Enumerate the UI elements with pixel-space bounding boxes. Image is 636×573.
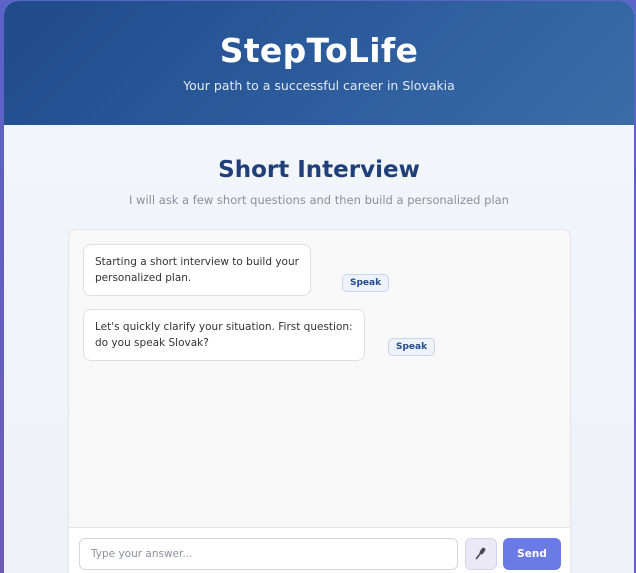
message-text-line: personalized plan. — [95, 272, 192, 284]
chat-message: Let's quickly clarify your situation. Fi… — [83, 309, 365, 361]
app-title: StepToLife — [219, 31, 419, 70]
app-subtitle: Your path to a successful career in Slov… — [183, 78, 455, 93]
main-card: StepToLife Your path to a successful car… — [4, 1, 634, 573]
answer-input[interactable] — [79, 538, 458, 570]
message-bubble: Starting a short interview to build your… — [83, 244, 311, 296]
input-bar: Send — [69, 527, 570, 573]
message-bubble: Let's quickly clarify your situation. Fi… — [83, 309, 365, 361]
microphone-button[interactable] — [465, 538, 497, 570]
send-button[interactable]: Send — [503, 538, 561, 570]
chat-window: Starting a short interview to build your… — [68, 229, 571, 573]
message-text-line: Starting a short interview to build your — [95, 256, 299, 268]
speak-button[interactable]: Speak — [388, 338, 436, 356]
message-text-line: Let's quickly clarify your situation. Fi… — [95, 321, 353, 333]
message-text-line: do you speak Slovak? — [95, 337, 209, 349]
chat-message: Starting a short interview to build your… — [83, 244, 311, 296]
header: StepToLife Your path to a successful car… — [4, 1, 634, 125]
page-subtitle: I will ask a few short questions and the… — [129, 193, 509, 207]
page-title: Short Interview — [218, 157, 420, 183]
speak-button[interactable]: Speak — [342, 274, 390, 292]
microphone-icon — [474, 546, 488, 563]
